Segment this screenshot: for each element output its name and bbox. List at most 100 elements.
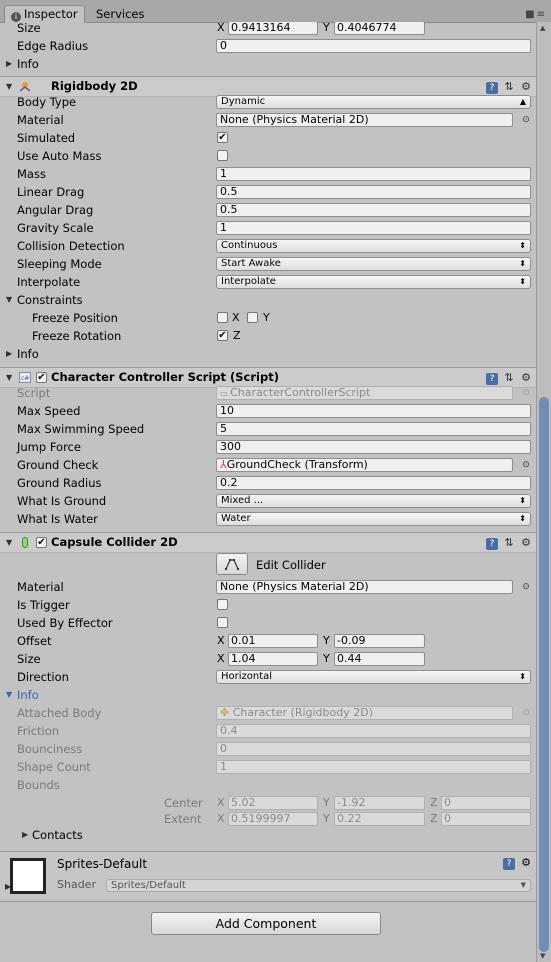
add-component-separator <box>0 901 536 902</box>
freeze-rotation-z-checkbox[interactable]: ✔ <box>217 330 228 341</box>
foldout-icon[interactable]: ▶ <box>5 882 11 891</box>
y-label: Y <box>323 22 330 34</box>
jump-force-field[interactable]: 300 <box>216 440 531 454</box>
script-file-icon: ▭ <box>220 389 231 398</box>
object-picker-icon[interactable]: ⊙ <box>521 581 531 593</box>
freeze-rotation-label: Freeze Rotation <box>32 329 122 343</box>
gear-icon[interactable]: ⚙ <box>520 857 532 869</box>
ground-check-field[interactable]: ⅄GroundCheck (Transform) <box>216 458 513 472</box>
object-picker-icon[interactable]: ⊙ <box>521 114 531 126</box>
shader-value: Sprites/Default <box>111 880 186 891</box>
rigidbody-icon <box>19 82 31 92</box>
capsule-enabled-checkbox[interactable]: ✔ <box>36 537 47 548</box>
max-speed-label: Max Speed <box>17 404 81 418</box>
window-menu-icons[interactable]: ■≡ <box>525 9 547 20</box>
prev-size-y-field[interactable]: 0.4046774 <box>334 22 425 35</box>
y-label: Y <box>323 634 330 647</box>
direction-dropdown[interactable]: Horizontal ⬍ <box>216 670 531 684</box>
freeze-position-y-checkbox[interactable] <box>247 312 258 323</box>
menu-icon[interactable]: ≡ <box>537 9 547 20</box>
tab-bar: i Inspector Services ■≡ <box>0 0 551 23</box>
object-picker-icon[interactable]: ⊙ <box>521 459 531 471</box>
scroll-up-icon[interactable]: ▲ <box>540 24 545 32</box>
offset-x-field[interactable]: 0.01 <box>228 634 318 648</box>
script-ref-value: CharacterControllerScript <box>230 386 371 399</box>
scrollbar-thumb[interactable] <box>539 397 549 952</box>
linear-drag-row: Linear Drag 0.5 <box>0 183 536 201</box>
capsule-size-y-field[interactable]: 0.44 <box>334 652 425 666</box>
freeze-position-x-checkbox[interactable] <box>217 312 228 323</box>
collision-detection-label: Collision Detection <box>17 239 125 253</box>
capsule-material-row: Material None (Physics Material 2D) ⊙ <box>0 578 536 596</box>
collision-detection-dropdown[interactable]: Continuous ⬍ <box>216 239 531 253</box>
vertical-scrollbar[interactable]: ▲ ▼ <box>536 22 551 962</box>
foldout-open-icon[interactable]: ▼ <box>6 533 12 552</box>
angular-drag-field[interactable]: 0.5 <box>216 203 531 217</box>
rb-material-field[interactable]: None (Physics Material 2D) <box>216 113 513 127</box>
simulated-checkbox[interactable]: ✔ <box>217 132 228 143</box>
foldout-open-icon[interactable]: ▼ <box>6 686 12 704</box>
lock-icon[interactable]: ■ <box>525 9 536 20</box>
material-icons: ? ⚙ <box>498 856 532 870</box>
edge-radius-field[interactable]: 0 <box>216 39 531 53</box>
foldout-icon[interactable]: ▶ <box>22 826 28 844</box>
preset-icon[interactable]: ⇅ <box>503 372 515 384</box>
offset-y-field[interactable]: -0.09 <box>334 634 425 648</box>
gravity-scale-field[interactable]: 1 <box>216 221 531 235</box>
gear-icon[interactable]: ⚙ <box>520 372 532 384</box>
capsule-material-field[interactable]: None (Physics Material 2D) <box>216 580 513 594</box>
foldout-icon[interactable]: ▶ <box>6 345 12 363</box>
tab-services[interactable]: Services <box>90 6 151 22</box>
collision-detection-row: Collision Detection Continuous ⬍ <box>0 237 536 255</box>
tab-inspector[interactable]: i Inspector <box>4 5 85 23</box>
contacts-row[interactable]: ▶ Contacts <box>0 826 536 844</box>
add-component-button[interactable]: Add Component <box>151 912 381 935</box>
preset-icon[interactable]: ⇅ <box>503 537 515 549</box>
transform-icon: ⅄ <box>220 458 227 471</box>
attached-body-label: Attached Body <box>17 706 102 720</box>
script-ref-row: Script ▭ CharacterControllerScript ⊙ <box>0 384 536 402</box>
sleeping-mode-dropdown[interactable]: Start Awake ⬍ <box>216 257 531 271</box>
rb-info-row[interactable]: ▶ Info <box>0 345 536 363</box>
shader-dropdown[interactable]: Sprites/Default ▼ <box>106 879 531 892</box>
dropdown-arrow-icon: ⬍ <box>519 496 526 505</box>
help-icon[interactable]: ? <box>503 858 515 870</box>
use-auto-mass-checkbox[interactable] <box>217 150 228 161</box>
script-ref-label: Script <box>17 386 51 400</box>
capsule-header[interactable]: ▼ ✔ Capsule Collider 2D ? ⇅ ⚙ <box>0 532 536 553</box>
y-label: Y <box>323 652 330 665</box>
help-icon[interactable]: ? <box>486 538 498 550</box>
gear-icon[interactable]: ⚙ <box>520 537 532 549</box>
preset-icon[interactable]: ⇅ <box>503 81 515 93</box>
ground-radius-field[interactable]: 0.2 <box>216 476 531 490</box>
interpolate-dropdown[interactable]: Interpolate ⬍ <box>216 275 531 289</box>
capsule-info-row[interactable]: ▼ Info <box>0 686 536 704</box>
is-trigger-checkbox[interactable] <box>217 599 228 610</box>
bounciness-field: 0 <box>216 742 531 756</box>
material-preview[interactable] <box>10 858 46 894</box>
edit-collider-button[interactable] <box>216 553 248 575</box>
body-type-dropdown[interactable]: Dynamic ▲ <box>216 95 531 109</box>
max-speed-field[interactable]: 10 <box>216 404 531 418</box>
what-is-ground-dropdown[interactable]: Mixed ... ⬍ <box>216 494 531 508</box>
prev-info-row[interactable]: ▶ Info <box>0 55 536 73</box>
script-enabled-checkbox[interactable]: ✔ <box>36 372 47 383</box>
capsule-size-x-field[interactable]: 1.04 <box>228 652 318 666</box>
dropdown-arrow-icon: ⬍ <box>519 514 526 523</box>
prev-size-x-field[interactable]: 0.9413164 <box>228 22 318 35</box>
mass-field[interactable]: 1 <box>216 167 531 181</box>
y-label: Y <box>323 796 330 809</box>
constraints-row[interactable]: ▼ Constraints <box>0 291 536 309</box>
what-is-water-dropdown[interactable]: Water ⬍ <box>216 512 531 526</box>
component-icons: ? ⇅ ⚙ <box>481 371 532 385</box>
linear-drag-label: Linear Drag <box>17 185 85 199</box>
angular-drag-row: Angular Drag 0.5 <box>0 201 536 219</box>
foldout-open-icon[interactable]: ▼ <box>6 291 12 309</box>
scroll-down-icon[interactable]: ▼ <box>540 952 545 960</box>
body-type-label: Body Type <box>17 95 77 109</box>
used-by-effector-checkbox[interactable] <box>217 617 228 628</box>
gear-icon[interactable]: ⚙ <box>520 81 532 93</box>
foldout-icon[interactable]: ▶ <box>6 55 12 73</box>
linear-drag-field[interactable]: 0.5 <box>216 185 531 199</box>
max-swimming-speed-field[interactable]: 5 <box>216 422 531 436</box>
